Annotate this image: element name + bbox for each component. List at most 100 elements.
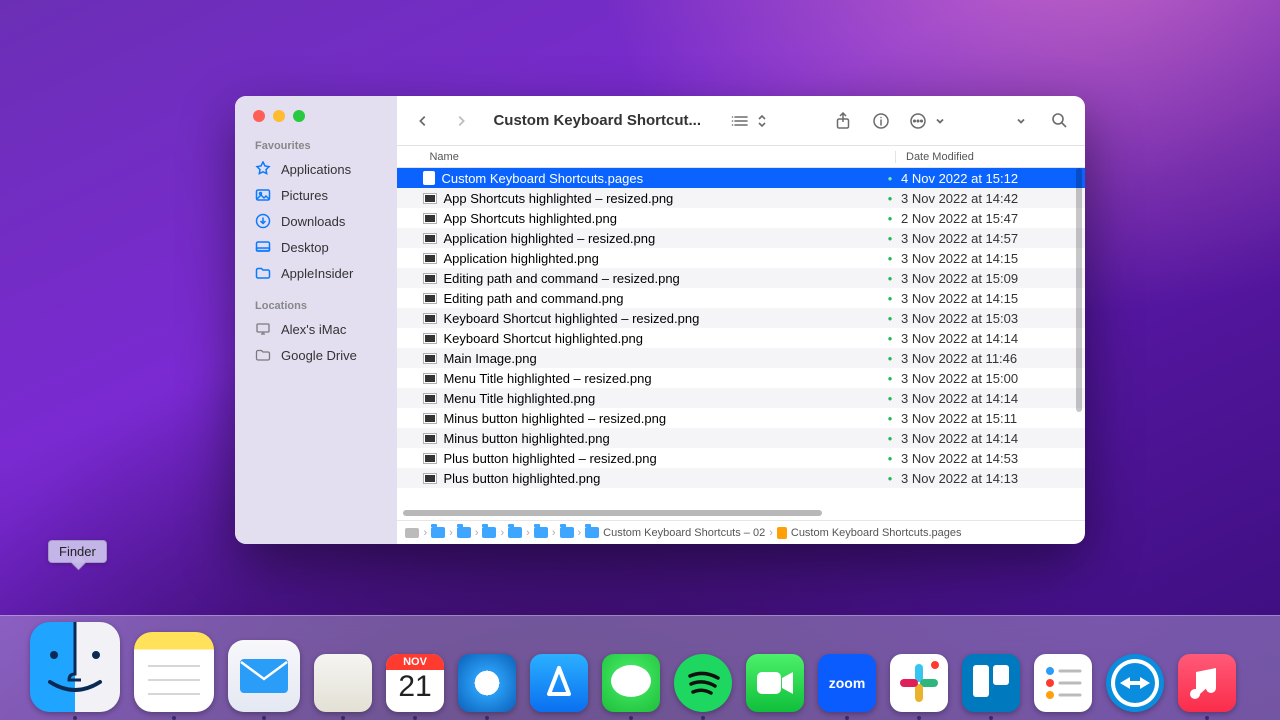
file-row[interactable]: Application highlighted.png●3 Nov 2022 a… — [397, 248, 1085, 268]
file-row[interactable]: Keyboard Shortcut highlighted.png●3 Nov … — [397, 328, 1085, 348]
image-icon — [423, 313, 437, 324]
horizontal-scrollbar[interactable] — [403, 508, 1079, 518]
sidebar-item-imac[interactable]: Alex's iMac — [235, 316, 397, 342]
dock-app-messages[interactable] — [602, 654, 660, 712]
path-label: Custom Keyboard Shortcuts – 02 — [603, 527, 765, 539]
file-row[interactable]: Custom Keyboard Shortcuts.pages●4 Nov 20… — [397, 168, 1085, 188]
path-crumb[interactable] — [482, 527, 496, 538]
close-button[interactable] — [253, 110, 265, 122]
file-row[interactable]: App Shortcuts highlighted.png●2 Nov 2022… — [397, 208, 1085, 228]
dock-app-finder[interactable] — [30, 622, 120, 712]
file-name: Minus button highlighted – resized.png — [443, 411, 879, 426]
file-row[interactable]: Plus button highlighted – resized.png●3 … — [397, 448, 1085, 468]
running-indicator — [341, 716, 345, 720]
sidebar-item-label: Pictures — [281, 188, 328, 203]
file-name: App Shortcuts highlighted.png — [443, 211, 879, 226]
running-indicator — [172, 716, 176, 720]
sidebar-item-desktop[interactable]: Desktop — [235, 234, 397, 260]
dock-app-calendar[interactable]: NOV 21 — [386, 654, 444, 712]
sidebar-item-label: Applications — [281, 162, 351, 177]
path-crumb[interactable] — [405, 528, 419, 538]
file-row[interactable]: Editing path and command – resized.png●3… — [397, 268, 1085, 288]
back-button[interactable] — [411, 109, 435, 133]
view-list-icon[interactable] — [729, 109, 751, 133]
vertical-scrollbar[interactable] — [1073, 168, 1083, 516]
folder-icon — [431, 527, 445, 538]
share-button[interactable] — [831, 109, 855, 133]
column-name[interactable]: Name — [429, 151, 895, 163]
dock-app-appstore[interactable] — [530, 654, 588, 712]
file-row[interactable]: Main Image.png●3 Nov 2022 at 11:46 — [397, 348, 1085, 368]
sidebar-item-googledrive[interactable]: Google Drive — [235, 342, 397, 368]
sync-status-icon: ● — [879, 354, 901, 363]
sidebar-item-downloads[interactable]: Downloads — [235, 208, 397, 234]
file-row[interactable]: Plus button highlighted.png●3 Nov 2022 a… — [397, 468, 1085, 488]
file-date: 3 Nov 2022 at 14:15 — [901, 251, 1085, 266]
dock-app-reminders[interactable] — [1034, 654, 1092, 712]
path-crumb[interactable]: Custom Keyboard Shortcuts.pages — [777, 527, 962, 539]
sidebar-item-applications[interactable]: Applications — [235, 156, 397, 182]
file-date: 3 Nov 2022 at 15:11 — [901, 411, 1085, 426]
chevron-down-icon[interactable] — [1009, 109, 1033, 133]
file-date: 3 Nov 2022 at 14:57 — [901, 231, 1085, 246]
view-switch-icon[interactable] — [751, 109, 773, 133]
pages-file-icon — [777, 527, 787, 539]
document-icon — [423, 171, 435, 185]
calendar-day: 21 — [398, 670, 431, 703]
dock-app-spotify[interactable] — [674, 654, 732, 712]
file-date: 3 Nov 2022 at 14:15 — [901, 291, 1085, 306]
file-name: Keyboard Shortcut highlighted.png — [443, 331, 879, 346]
column-headers[interactable]: Name Date Modified — [397, 146, 1085, 168]
dock-app-zoom[interactable]: zoom — [818, 654, 876, 712]
dock-app-slack[interactable] — [890, 654, 948, 712]
chevron-down-icon[interactable] — [929, 109, 951, 133]
pictures-icon — [255, 187, 271, 203]
path-crumb[interactable] — [534, 527, 548, 538]
applications-icon — [255, 161, 271, 177]
minimize-button[interactable] — [273, 110, 285, 122]
file-row[interactable]: Minus button highlighted – resized.png●3… — [397, 408, 1085, 428]
desktop-icon — [255, 239, 271, 255]
forward-button[interactable] — [449, 109, 473, 133]
file-row[interactable]: App Shortcuts highlighted – resized.png●… — [397, 188, 1085, 208]
path-bar[interactable]: › › › › › › › Custom Keyboard Shortcuts … — [397, 520, 1085, 544]
path-crumb[interactable] — [560, 527, 574, 538]
file-row[interactable]: Keyboard Shortcut highlighted – resized.… — [397, 308, 1085, 328]
dock-app-preview[interactable] — [314, 654, 372, 712]
column-date-modified[interactable]: Date Modified — [895, 151, 1085, 163]
path-crumb[interactable] — [508, 527, 522, 538]
sync-status-icon: ● — [879, 214, 901, 223]
file-row[interactable]: Editing path and command.png●3 Nov 2022 … — [397, 288, 1085, 308]
dock-app-notes[interactable] — [134, 632, 214, 712]
fullscreen-button[interactable] — [293, 110, 305, 122]
sync-status-icon: ● — [879, 414, 901, 423]
image-icon — [423, 273, 437, 284]
sidebar-item-pictures[interactable]: Pictures — [235, 182, 397, 208]
dock-app-mail[interactable] — [228, 640, 300, 712]
sidebar-item-appleinsider[interactable]: AppleInsider — [235, 260, 397, 286]
sync-status-icon: ● — [879, 174, 901, 183]
dock-app-trello[interactable] — [962, 654, 1020, 712]
file-row[interactable]: Minus button highlighted.png●3 Nov 2022 … — [397, 428, 1085, 448]
actions-button[interactable] — [907, 109, 929, 133]
file-list[interactable]: Custom Keyboard Shortcuts.pages●4 Nov 20… — [397, 168, 1085, 508]
file-name: Custom Keyboard Shortcuts.pages — [441, 171, 879, 186]
sync-status-icon: ● — [879, 394, 901, 403]
dock-app-facetime[interactable] — [746, 654, 804, 712]
path-crumb[interactable] — [431, 527, 445, 538]
path-crumb[interactable] — [457, 527, 471, 538]
dock-app-teamviewer[interactable] — [1106, 654, 1164, 712]
info-button[interactable] — [869, 109, 893, 133]
sidebar-heading-favourites: Favourites — [235, 136, 397, 156]
zoom-label: zoom — [829, 675, 866, 691]
file-row[interactable]: Application highlighted – resized.png●3 … — [397, 228, 1085, 248]
dock-app-safari[interactable] — [458, 654, 516, 712]
running-indicator — [73, 716, 77, 720]
path-crumb[interactable]: Custom Keyboard Shortcuts – 02 — [585, 527, 765, 539]
file-row[interactable]: Menu Title highlighted – resized.png●3 N… — [397, 368, 1085, 388]
search-button[interactable] — [1047, 109, 1071, 133]
folder-icon — [534, 527, 548, 538]
file-row[interactable]: Menu Title highlighted.png●3 Nov 2022 at… — [397, 388, 1085, 408]
dock-app-music[interactable] — [1178, 654, 1236, 712]
calendar-month: NOV — [386, 654, 444, 670]
